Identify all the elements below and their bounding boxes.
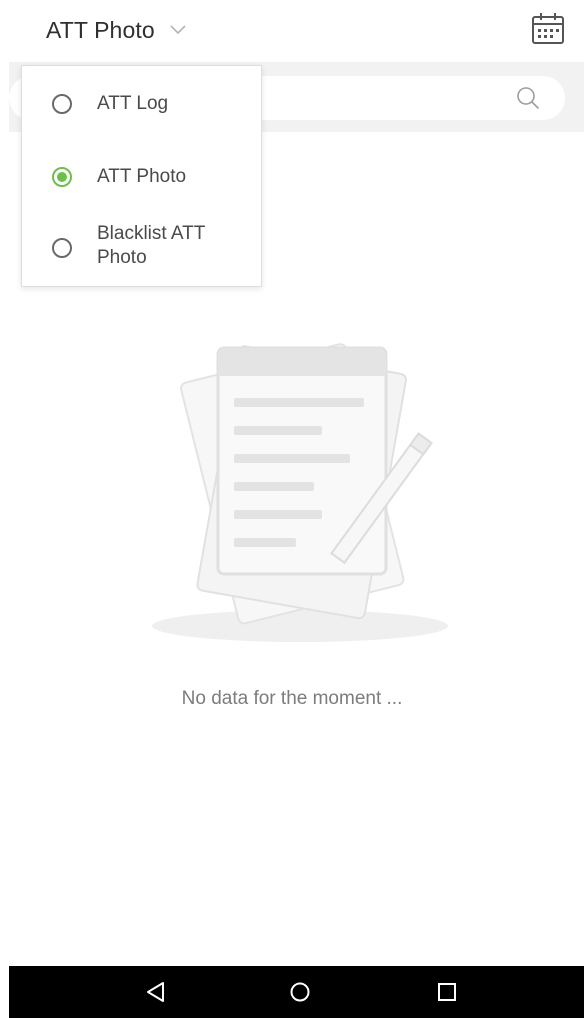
empty-state-illustration	[152, 343, 448, 642]
chevron-down-icon	[170, 25, 186, 35]
record-type-dropdown: ATT Log ATT Photo Blacklist ATT Photo	[21, 65, 262, 287]
dropdown-item-att-log[interactable]: ATT Log	[22, 66, 261, 140]
radio-unchecked-icon	[52, 238, 72, 258]
dropdown-item-blacklist-att-photo[interactable]: Blacklist ATT Photo	[22, 210, 261, 286]
dropdown-item-label: Blacklist ATT Photo	[97, 223, 206, 268]
dropdown-item-att-photo[interactable]: ATT Photo	[22, 140, 261, 210]
dropdown-item-label: ATT Photo	[97, 166, 187, 187]
radio-unchecked-icon	[52, 94, 72, 114]
record-type-selector[interactable]: ATT Photo	[46, 14, 187, 46]
recents-square-icon[interactable]	[434, 979, 460, 1005]
empty-state-message: No data for the moment ...	[181, 688, 403, 709]
calendar-icon[interactable]	[530, 10, 566, 46]
illustration-shadow	[152, 610, 448, 642]
top-bar: ATT Photo	[0, 0, 584, 62]
dropdown-item-label: ATT Log	[97, 93, 169, 114]
radio-checked-icon	[52, 167, 72, 187]
system-navigation-bar	[9, 966, 584, 1018]
home-circle-icon[interactable]	[287, 979, 313, 1005]
back-triangle-icon[interactable]	[143, 979, 169, 1005]
search-icon[interactable]	[515, 85, 541, 111]
page-title: ATT Photo	[46, 16, 155, 43]
